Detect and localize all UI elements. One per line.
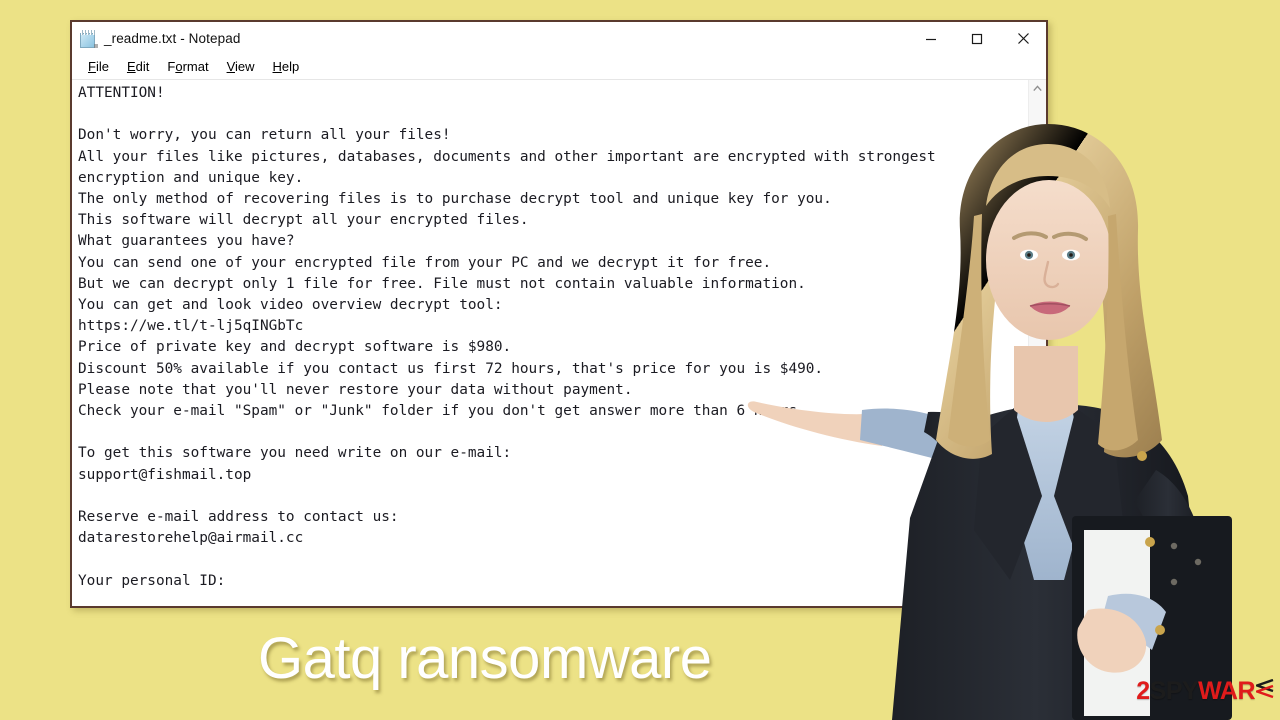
menu-item-help[interactable]: Help xyxy=(264,58,309,76)
window-controls xyxy=(908,22,1046,55)
menu-file-rest: ile xyxy=(95,59,109,74)
menu-help-rest: elp xyxy=(281,59,300,74)
menu-edit-rest: dit xyxy=(135,59,150,74)
vertical-scrollbar[interactable] xyxy=(1028,80,1046,606)
page-title: Gatq ransomware xyxy=(258,626,712,691)
watermark-e-icon xyxy=(1253,677,1274,706)
menu-item-file[interactable]: File xyxy=(79,58,118,76)
watermark-digit: 2 xyxy=(1136,677,1150,705)
text-editor-area[interactable]: ATTENTION! Don't worry, you can return a… xyxy=(72,80,1046,606)
close-button[interactable] xyxy=(1000,22,1046,55)
window-title-bar[interactable]: _readme.txt - Notepad xyxy=(72,22,1046,55)
window-title: _readme.txt - Notepad xyxy=(104,31,241,46)
scroll-up-icon[interactable] xyxy=(1029,80,1046,97)
site-watermark: 2 SPY WAR xyxy=(1136,677,1274,706)
notepad-icon xyxy=(80,29,98,48)
menu-format-rest: rmat xyxy=(182,59,209,74)
maximize-button[interactable] xyxy=(954,22,1000,55)
watermark-end: WAR xyxy=(1198,677,1255,705)
menu-item-view[interactable]: View xyxy=(218,58,264,76)
minimize-button[interactable] xyxy=(908,22,954,55)
menu-item-format[interactable]: Format xyxy=(158,58,217,76)
menu-item-edit[interactable]: Edit xyxy=(118,58,158,76)
watermark-middle: SPY xyxy=(1149,677,1199,705)
menu-bar: File Edit Format View Help xyxy=(72,55,1046,80)
ransom-note-text: ATTENTION! Don't worry, you can return a… xyxy=(78,85,936,589)
notepad-window: _readme.txt - Notepad File Edit Format V… xyxy=(70,20,1048,608)
menu-view-rest: iew xyxy=(235,59,255,74)
